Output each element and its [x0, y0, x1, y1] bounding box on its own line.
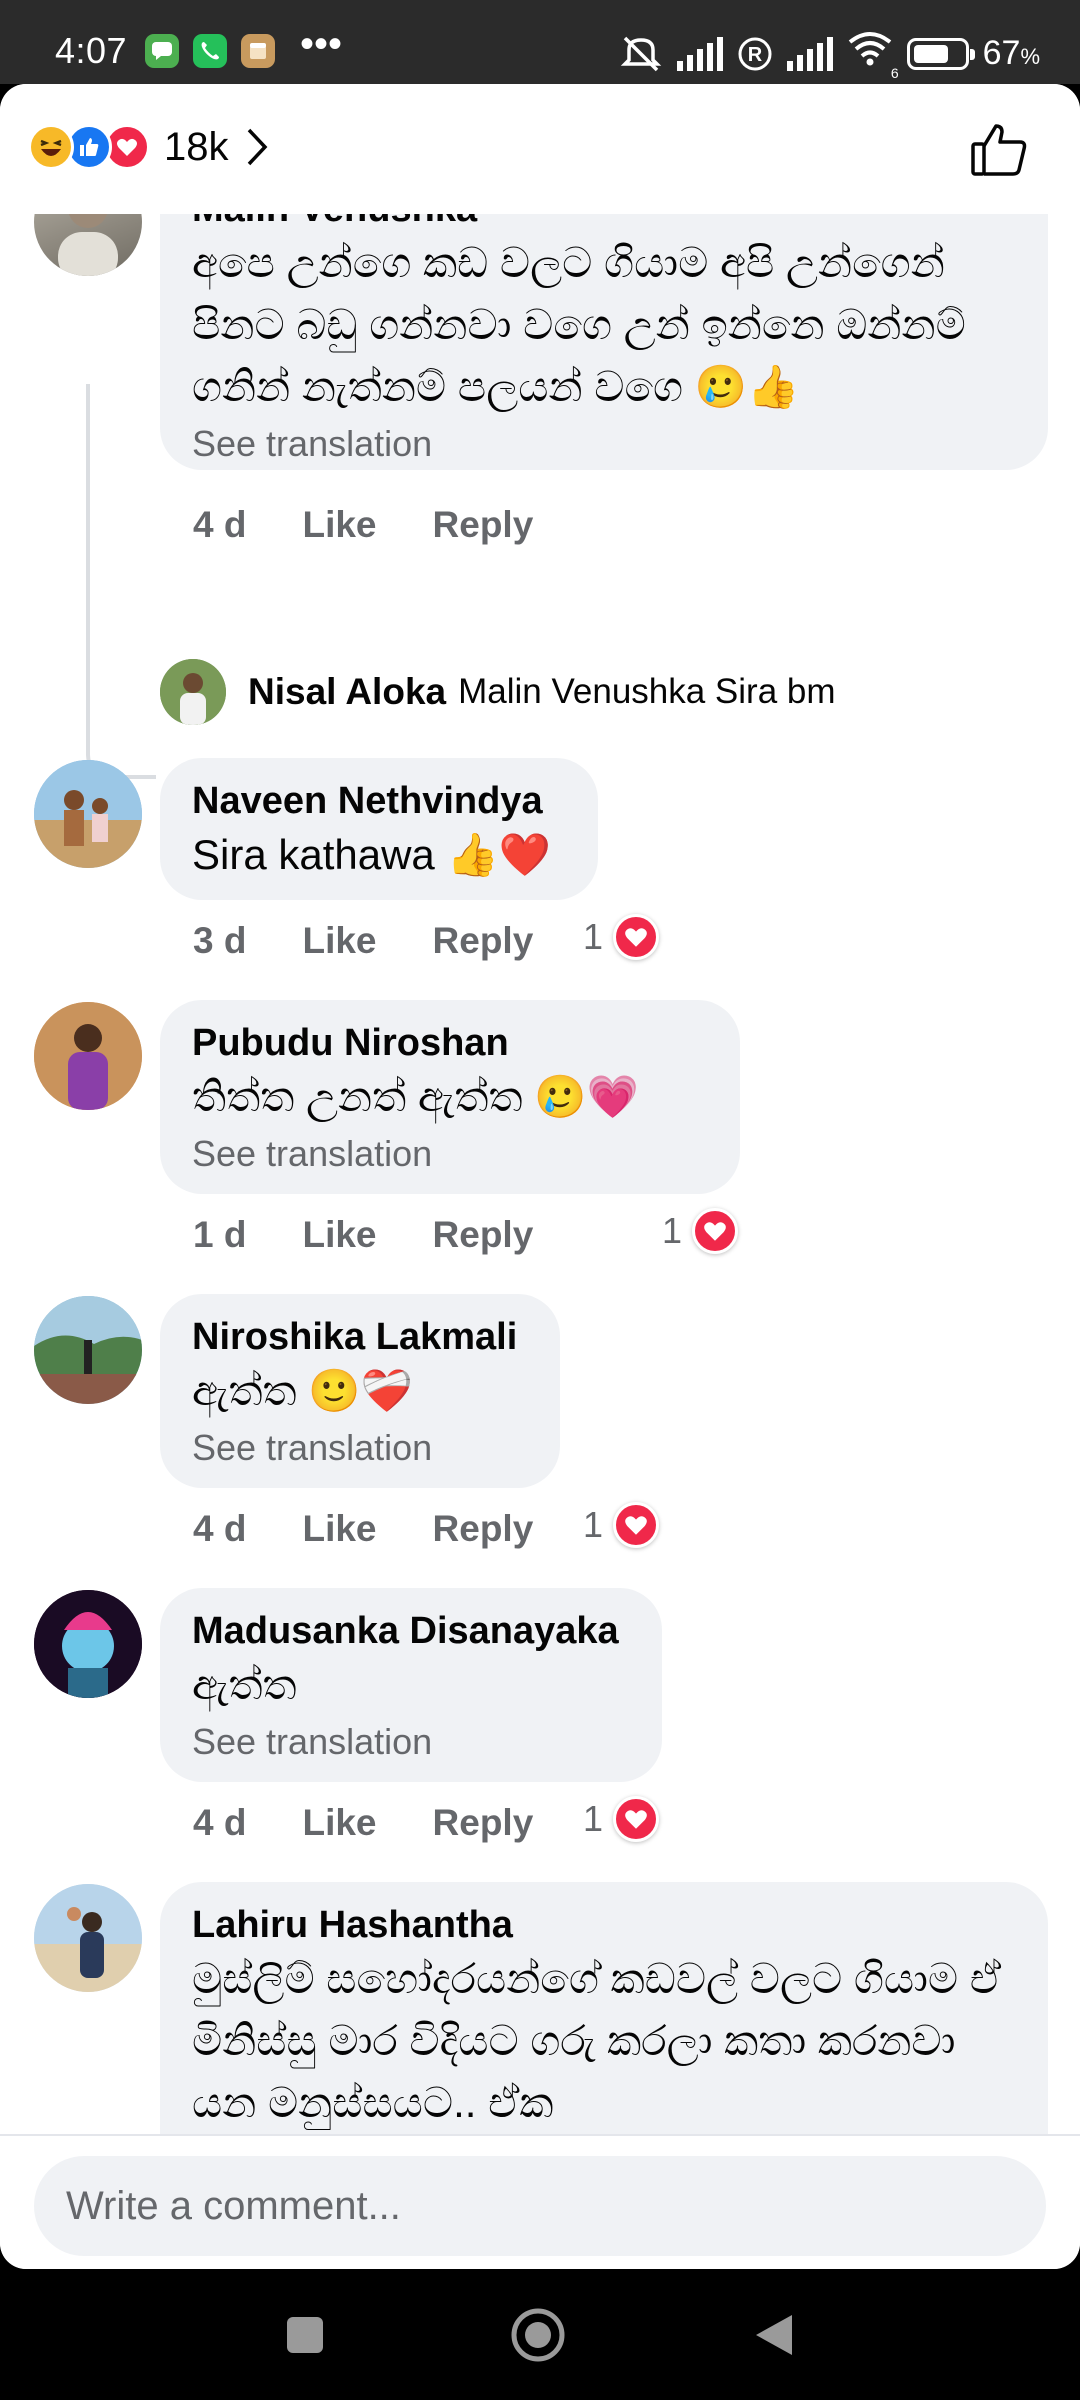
comment-author[interactable]: Pubudu Niroshan [192, 1020, 708, 1066]
reply-author[interactable]: Nisal Aloka [248, 671, 446, 713]
comments-sheet: 18k Malin Venushka අපෙ උන්ගෙ කඩ වලට ගියා… [0, 84, 1080, 2269]
chevron-right-icon [247, 128, 267, 166]
comment-text: ඇත්ත 🙂❤️‍🩹 [192, 1367, 413, 1414]
comment-text: අපෙ උන්ගෙ කඩ වලට ගියාම අපි උන්ගෙන් පිනට … [192, 239, 966, 410]
reply-button[interactable]: Reply [433, 920, 534, 962]
like-button[interactable]: Like [302, 1214, 376, 1256]
comment-time[interactable]: 3 d [193, 920, 246, 962]
comments-list: Malin Venushka අපෙ උන්ගෙ කඩ වලට ගියාම අප… [0, 214, 1080, 2134]
comment-bubble[interactable]: Madusanka Disanayaka ඇත්ත See translatio… [160, 1588, 662, 1782]
comment-composer: Write a comment... [0, 2134, 1080, 2269]
system-nav-bar [0, 2269, 1080, 2400]
comment-time[interactable]: 4 d [193, 1508, 246, 1550]
mute-icon [620, 36, 661, 71]
comment-text: තිත්ත උනත් ඇත්ත 🥲💗 [192, 1073, 639, 1120]
like-button[interactable]: Like [302, 1508, 376, 1550]
like-button[interactable]: Like [302, 1802, 376, 1844]
box-app-icon [241, 34, 275, 68]
notification-icons [145, 34, 275, 68]
battery-icon [906, 37, 975, 70]
reply-button[interactable]: Reply [433, 1508, 534, 1550]
avatar[interactable] [34, 1002, 142, 1110]
avatar[interactable] [160, 659, 226, 725]
comment-author[interactable]: Naveen Nethvindya [192, 778, 566, 824]
home-button[interactable] [510, 2307, 566, 2363]
avatar[interactable] [34, 1884, 142, 1992]
reply-text: Malin Venushka Sira bm [458, 672, 836, 711]
comment-input[interactable]: Write a comment... [34, 2156, 1046, 2256]
comment-actions: 4 d Like Reply [193, 504, 533, 546]
reply-preview[interactable]: Nisal Aloka Malin Venushka Sira bm [160, 659, 836, 725]
comment-time[interactable]: 4 d [193, 1802, 246, 1844]
see-translation-link[interactable]: See translation [192, 1422, 528, 1474]
see-translation-link[interactable]: See translation [192, 418, 1016, 470]
comment-bubble[interactable]: Naveen Nethvindya Sira kathawa 👍❤️ [160, 758, 598, 900]
reaction-count: 1 [662, 1210, 683, 1251]
comment-reactions[interactable]: 1 [662, 1208, 739, 1254]
recent-apps-button[interactable] [285, 2315, 325, 2355]
comment-time[interactable]: 1 d [193, 1214, 246, 1256]
phone-app-icon [193, 34, 227, 68]
like-button[interactable]: Like [302, 504, 376, 546]
comment-actions: 4 d Like Reply [193, 1508, 533, 1550]
reply-thread-line [86, 384, 156, 779]
message-app-icon [145, 34, 179, 68]
see-translation-link[interactable]: See translation [192, 1716, 630, 1768]
avatar[interactable] [34, 1296, 142, 1404]
comment-text: ඇත්ත [192, 1661, 297, 1708]
like-post-button[interactable] [970, 122, 1028, 178]
reaction-count: 1 [583, 1504, 604, 1545]
comment-text: Sira kathawa 👍❤️ [192, 831, 552, 878]
comment-author[interactable]: Malin Venushka [192, 214, 1016, 232]
status-bar: 4:07 ••• R 6 67% [0, 0, 1080, 84]
avatar[interactable] [34, 1590, 142, 1698]
comment-actions: 3 d Like Reply [193, 920, 533, 962]
avatar[interactable] [34, 760, 142, 868]
reply-button[interactable]: Reply [433, 1214, 534, 1256]
comment-author[interactable]: Niroshika Lakmali [192, 1314, 528, 1360]
svg-text:R: R [747, 44, 762, 66]
love-icon [613, 914, 660, 960]
avatar[interactable] [34, 214, 142, 276]
love-icon [692, 1208, 739, 1254]
wifi-icon: 6 [847, 30, 899, 81]
signal-icon-2 [786, 36, 833, 71]
reaction-count: 1 [583, 1798, 604, 1839]
comment-bubble[interactable]: Lahiru Hashantha මුස්ලිම් සහෝදරයන්ගේ කඩව… [160, 1882, 1048, 2134]
love-icon [613, 1796, 660, 1842]
reply-button[interactable]: Reply [433, 504, 534, 546]
more-notifications-icon: ••• [300, 22, 343, 66]
sheet-header: 18k [0, 84, 1080, 214]
comment-bubble[interactable]: Malin Venushka අපෙ උන්ගෙ කඩ වලට ගියාම අප… [160, 214, 1048, 470]
comment-actions: 4 d Like Reply [193, 1802, 533, 1844]
comment-time[interactable]: 4 d [193, 504, 246, 546]
battery-percent: 67% [982, 34, 1040, 72]
status-time: 4:07 [55, 30, 128, 71]
comment-author[interactable]: Madusanka Disanayaka [192, 1608, 630, 1654]
comment-bubble[interactable]: Pubudu Niroshan තිත්ත උනත් ඇත්ත 🥲💗 See t… [160, 1000, 740, 1194]
like-button[interactable]: Like [302, 920, 376, 962]
comment-author[interactable]: Lahiru Hashantha [192, 1902, 1016, 1948]
reaction-count: 18k [164, 124, 229, 169]
haha-icon [28, 124, 74, 170]
comment-text: මුස්ලිම් සහෝදරයන්ගේ කඩවල් වලට ගියාම ඒ මි… [192, 1955, 1002, 2126]
reply-button[interactable]: Reply [433, 1802, 534, 1844]
reaction-count: 1 [583, 916, 604, 957]
comment-reactions[interactable]: 1 [583, 1796, 660, 1842]
see-translation-link[interactable]: See translation [192, 1128, 708, 1180]
system-indicators: R 6 67% [619, 30, 1040, 81]
comment-actions: 1 d Like Reply [193, 1214, 533, 1256]
registered-icon: R [738, 37, 772, 70]
wifi-type: 6 [890, 65, 899, 81]
comment-bubble[interactable]: Niroshika Lakmali ඇත්ත 🙂❤️‍🩹 See transla… [160, 1294, 560, 1488]
back-button[interactable] [752, 2311, 796, 2359]
comment-reactions[interactable]: 1 [583, 914, 660, 960]
love-icon [613, 1502, 660, 1548]
reaction-summary[interactable]: 18k [28, 124, 269, 170]
signal-icon-1 [676, 36, 723, 71]
comment-reactions[interactable]: 1 [583, 1502, 660, 1548]
